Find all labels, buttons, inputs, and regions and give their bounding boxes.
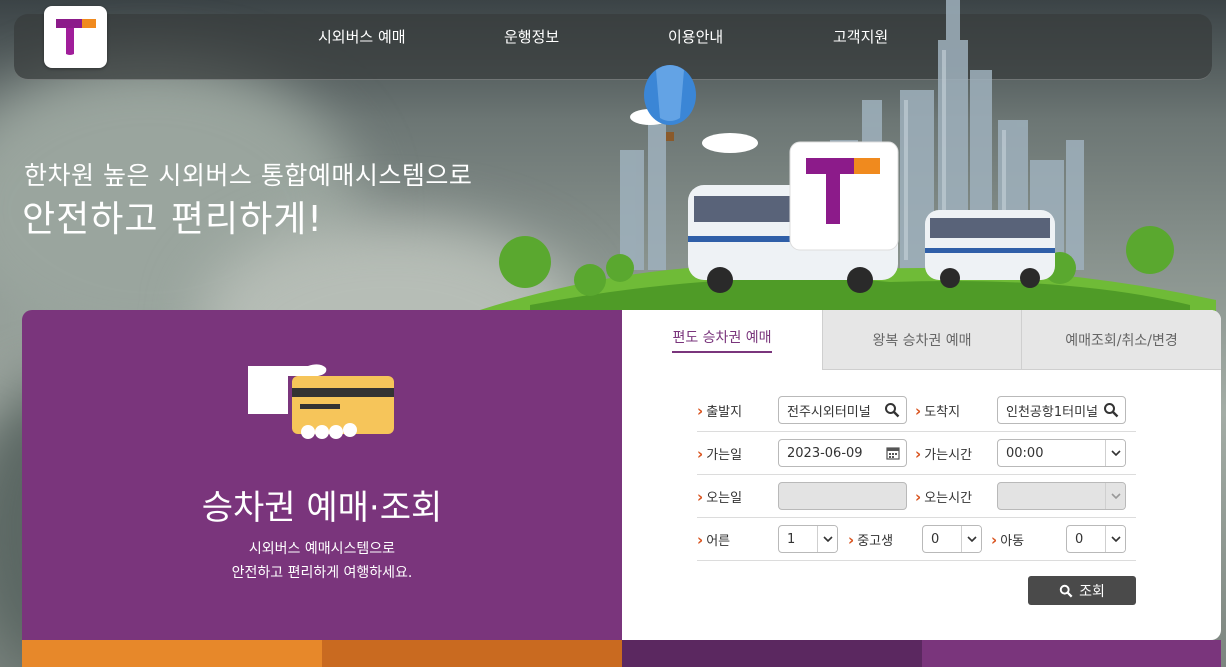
return-row: 오는일 오는시간 bbox=[697, 475, 1136, 518]
bottom-strip bbox=[622, 640, 922, 667]
chevron-down-icon bbox=[817, 526, 837, 552]
depart-time-label: 가는시간 bbox=[915, 432, 972, 475]
chevron-down-icon bbox=[1105, 526, 1125, 552]
bottom-strip bbox=[322, 640, 622, 667]
tab-label: 왕복 승차권 예매 bbox=[872, 332, 972, 349]
departure-value: 전주시외터미널 bbox=[787, 404, 871, 420]
nav-item-guide[interactable]: 이용안내 bbox=[668, 26, 723, 47]
hero-subtitle: 한차원 높은 시외버스 통합예매시스템으로 bbox=[24, 161, 473, 190]
calendar-icon[interactable] bbox=[886, 446, 900, 460]
depart-date-input[interactable]: 2023-06-09 bbox=[778, 439, 907, 467]
tab-round-trip[interactable]: 왕복 승차권 예매 bbox=[822, 310, 1021, 370]
adult-count-select[interactable]: 1 bbox=[778, 525, 838, 553]
youth-count-value: 0 bbox=[931, 531, 940, 547]
departure-input[interactable]: 전주시외터미널 bbox=[778, 396, 907, 424]
tab-label: 예매조회/취소/변경 bbox=[1065, 332, 1178, 349]
arrival-input[interactable]: 인천공항1터미널 bbox=[997, 396, 1126, 424]
chevron-down-icon bbox=[1105, 440, 1125, 466]
passenger-row: 어른 1 중고생 0 아동 0 bbox=[697, 518, 1136, 561]
search-icon[interactable] bbox=[884, 402, 900, 418]
chevron-down-icon bbox=[1105, 483, 1125, 509]
arrival-label: 도착지 bbox=[915, 389, 960, 432]
depart-time-select[interactable]: 00:00 bbox=[997, 439, 1126, 467]
search-icon bbox=[1059, 584, 1073, 597]
bottom-strip bbox=[22, 640, 322, 667]
hero-title: 안전하고 편리하게! bbox=[22, 199, 323, 240]
youth-count-select[interactable]: 0 bbox=[922, 525, 982, 553]
depart-time-value: 00:00 bbox=[1006, 445, 1044, 461]
route-row: 출발지 전주시외터미널 도착지 인천공항1터미널 bbox=[697, 389, 1136, 432]
tab-label: 편도 승차권 예매 bbox=[672, 327, 772, 353]
main-nav: 시외버스 예매 운행정보 이용안내 고객지원 bbox=[0, 26, 1226, 50]
child-count-select[interactable]: 0 bbox=[1066, 525, 1126, 553]
search-button[interactable]: 조회 bbox=[1028, 576, 1136, 605]
tab-one-way[interactable]: 편도 승차권 예매 bbox=[622, 310, 822, 370]
return-date-input[interactable] bbox=[778, 482, 907, 510]
nav-item-bus-booking[interactable]: 시외버스 예매 bbox=[318, 26, 406, 47]
adult-count-value: 1 bbox=[787, 531, 796, 547]
chevron-down-icon bbox=[961, 526, 981, 552]
search-button-label: 조회 bbox=[1079, 583, 1105, 600]
promo-description: 시외버스 예매시스템으로 bbox=[248, 541, 396, 557]
nav-item-support[interactable]: 고객지원 bbox=[833, 26, 888, 47]
return-date-label: 오는일 bbox=[697, 475, 742, 518]
departure-label: 출발지 bbox=[697, 389, 742, 432]
bus bbox=[925, 210, 1055, 288]
child-label: 아동 bbox=[991, 518, 1024, 561]
return-time-label: 오는시간 bbox=[915, 475, 972, 518]
child-count-value: 0 bbox=[1075, 531, 1084, 547]
youth-label: 중고생 bbox=[848, 518, 893, 561]
hand-card-icon bbox=[248, 364, 394, 439]
depart-date-label: 가는일 bbox=[697, 432, 742, 475]
return-time-select[interactable] bbox=[997, 482, 1126, 510]
depart-date-value: 2023-06-09 bbox=[787, 445, 863, 461]
booking-tabs: 편도 승차권 예매 왕복 승차권 예매 예매조회/취소/변경 bbox=[622, 310, 1221, 370]
bottom-strip bbox=[922, 640, 1221, 667]
nav-item-schedule[interactable]: 운행정보 bbox=[504, 26, 559, 47]
booking-panel: 편도 승차권 예매 왕복 승차권 예매 예매조회/취소/변경 출발지 전주시외터… bbox=[622, 310, 1221, 640]
adult-label: 어른 bbox=[697, 518, 730, 561]
promo-title: 승차권 예매·조회 bbox=[201, 488, 443, 528]
arrival-value: 인천공항1터미널 bbox=[1006, 404, 1098, 420]
ticket-promo-panel: 승차권 예매·조회 시외버스 예매시스템으로 안전하고 편리하게 여행하세요. bbox=[22, 310, 632, 642]
t-logo-icon bbox=[789, 141, 899, 251]
depart-row: 가는일 2023-06-09 가는시간 00:00 bbox=[697, 432, 1136, 475]
promo-description: 안전하고 편리하게 여행하세요. bbox=[231, 565, 413, 581]
search-icon[interactable] bbox=[1103, 402, 1119, 418]
tab-lookup-cancel[interactable]: 예매조회/취소/변경 bbox=[1021, 310, 1221, 370]
